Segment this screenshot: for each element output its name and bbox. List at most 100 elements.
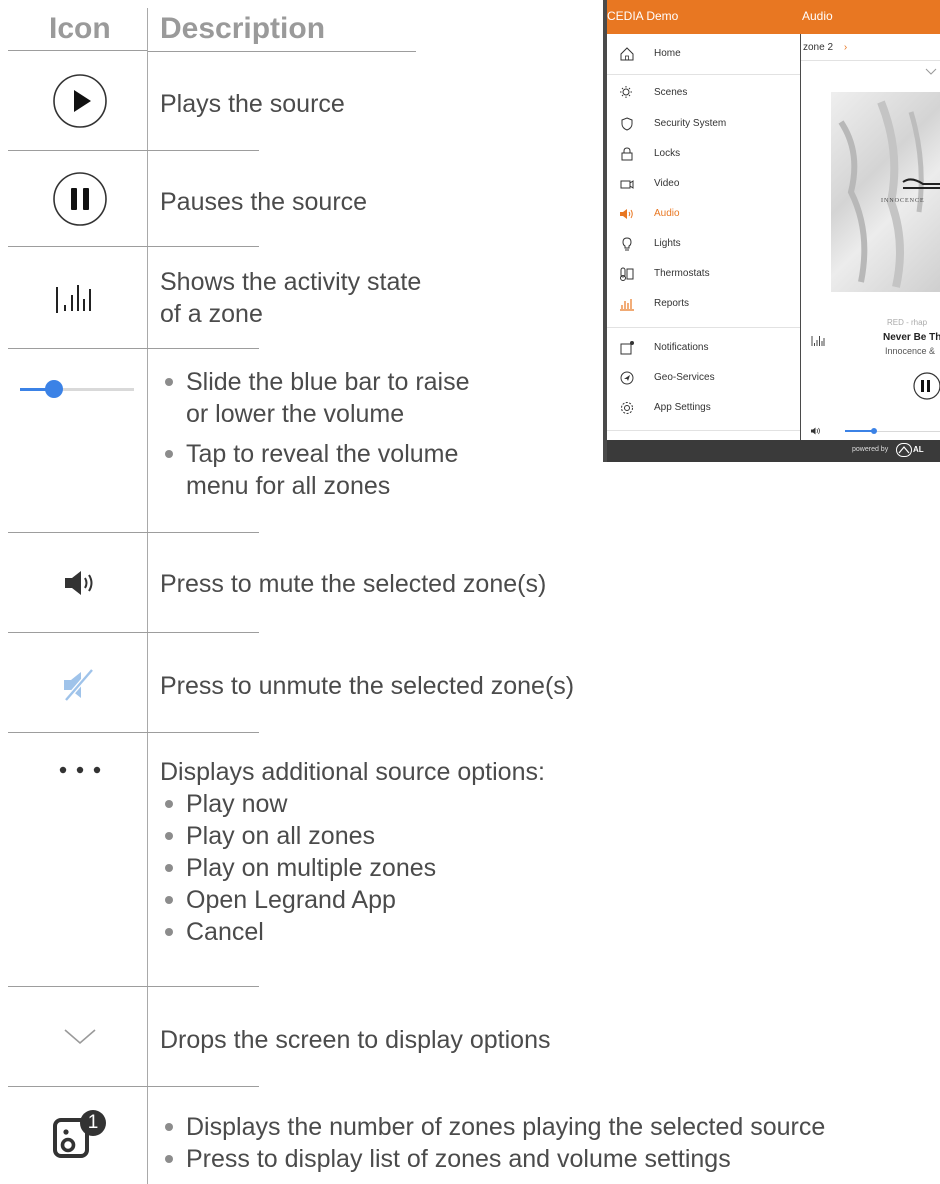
app-audio-panel: zone 2 › INNOCENCE RED - rhap Never Be T… (801, 34, 940, 440)
description-column-header: Description (160, 12, 326, 45)
bullet-dot (165, 864, 173, 872)
app-sidebar: Home Scenes Security System Locks Video … (607, 34, 800, 440)
sidebar-item-thermostats[interactable]: Thermostats (607, 262, 800, 290)
sidebar-item-scenes[interactable]: Scenes (607, 81, 800, 109)
sidebar-item-label: Audio (654, 208, 680, 219)
sidebar-item-label: Locks (654, 148, 681, 159)
bulb-icon (622, 237, 632, 251)
bullet-dot (165, 1155, 173, 1163)
option-play-now: Play now (186, 790, 288, 818)
bullet-dot (165, 378, 173, 386)
home-icon (620, 47, 634, 61)
audio-icon (620, 209, 633, 219)
row-separator (8, 986, 259, 987)
sidebar-item-geo-services[interactable]: Geo-Services (607, 366, 800, 394)
option-open-legrand-app: Open Legrand App (186, 886, 396, 914)
sidebar-item-audio[interactable]: Audio (607, 202, 800, 230)
muted-speaker-icon (64, 668, 94, 702)
sidebar-divider (607, 327, 800, 328)
option-cancel: Cancel (186, 918, 264, 946)
track-title: Never Be Th (883, 332, 940, 343)
row-separator (8, 246, 259, 247)
option-play-all-zones: Play on all zones (186, 822, 376, 850)
app-title-bar: CEDIA Demo Audio (607, 0, 940, 34)
unmute-description: Press to unmute the selected zone(s) (160, 672, 575, 700)
row-separator (8, 732, 259, 733)
sidebar-item-home[interactable]: Home (607, 42, 800, 70)
pause-circle-icon (53, 172, 107, 226)
sidebar-item-label: Thermostats (654, 268, 710, 279)
header-underline-left (8, 50, 147, 51)
app-screenshot: CEDIA Demo Audio Home Scenes Security Sy… (603, 0, 940, 462)
zones-speaker-icon (53, 1110, 106, 1158)
notifications-icon (620, 341, 634, 355)
app-volume-slider[interactable] (845, 427, 940, 435)
speaker-icon (65, 571, 93, 595)
row-separator (8, 348, 259, 349)
video-icon (620, 180, 634, 189)
footer-brand: AL (913, 445, 924, 454)
more-options-description: Displays additional source options: (160, 758, 545, 786)
app-slider-thumb (870, 428, 877, 434)
sidebar-divider (607, 430, 800, 431)
zones-bullet-1: Displays the number of zones playing the… (186, 1113, 826, 1141)
activity-bars-icon (811, 336, 825, 346)
chevron-down-icon (64, 1029, 96, 1045)
sidebar-item-security[interactable]: Security System (607, 112, 800, 140)
chevron-down-icon[interactable] (925, 68, 937, 76)
album-art-caption: INNOCENCE (881, 198, 925, 204)
lock-icon (621, 147, 633, 161)
more-dots-icon (59, 766, 101, 774)
speaker-icon[interactable] (811, 427, 821, 435)
sidebar-item-video[interactable]: Video (607, 172, 800, 200)
row-separator (8, 1086, 259, 1087)
sidebar-item-locks[interactable]: Locks (607, 142, 800, 170)
icon-column-header: Icon (49, 12, 111, 45)
header-underline-right (147, 51, 416, 52)
activity-description-line-1: Shows the activity state (160, 268, 422, 296)
app-footer: powered by AL (607, 440, 940, 462)
sidebar-item-lights[interactable]: Lights (607, 232, 800, 260)
zones-bullet-2: Press to display list of zones and volum… (186, 1145, 731, 1173)
volume-bullet-1-line-2: or lower the volume (186, 400, 405, 428)
row-separator (8, 532, 259, 533)
shield-icon (621, 117, 633, 131)
zone-selector[interactable]: zone 2 › (803, 42, 847, 53)
zones-count-badge: 1 (87, 1112, 99, 1133)
sidebar-item-notifications[interactable]: Notifications (607, 336, 800, 364)
track-album: Innocence & (885, 346, 936, 356)
play-description: Plays the source (160, 90, 345, 118)
sidebar-item-reports[interactable]: Reports (607, 292, 800, 320)
sidebar-item-label: Geo-Services (654, 372, 715, 383)
brand-logo-icon (896, 443, 912, 457)
pause-button[interactable] (912, 371, 940, 401)
column-divider (147, 8, 148, 1184)
pause-description: Pauses the source (160, 188, 368, 216)
row-separator (8, 632, 259, 633)
bullet-dot (165, 896, 173, 904)
sidebar-item-label: App Settings (654, 402, 711, 413)
bullet-dot (165, 832, 173, 840)
volume-slider-icon (20, 380, 134, 398)
bullet-dot (165, 1123, 173, 1131)
scenes-icon (620, 86, 632, 98)
zone-divider (801, 60, 940, 61)
bullet-dot (165, 800, 173, 808)
app-section-title: Audio (802, 9, 833, 23)
thermostat-icon (620, 267, 634, 281)
sidebar-item-app-settings[interactable]: App Settings (607, 396, 800, 424)
sidebar-item-label: Lights (654, 238, 681, 249)
activity-bars-icon (56, 285, 91, 313)
slider-thumb (45, 380, 64, 398)
bullet-dot (165, 450, 173, 458)
bullet-dot (165, 928, 173, 936)
volume-bullet-2-line-1: Tap to reveal the volume (186, 440, 459, 468)
geo-icon (620, 371, 634, 385)
gear-icon (621, 402, 633, 414)
play-circle-icon (53, 74, 107, 128)
reports-icon (620, 299, 634, 311)
zone-label: zone 2 (803, 42, 834, 53)
activity-description-line-2: of a zone (160, 300, 263, 328)
option-play-multiple-zones: Play on multiple zones (186, 854, 437, 882)
volume-bullet-1-line-1: Slide the blue bar to raise (186, 368, 470, 396)
